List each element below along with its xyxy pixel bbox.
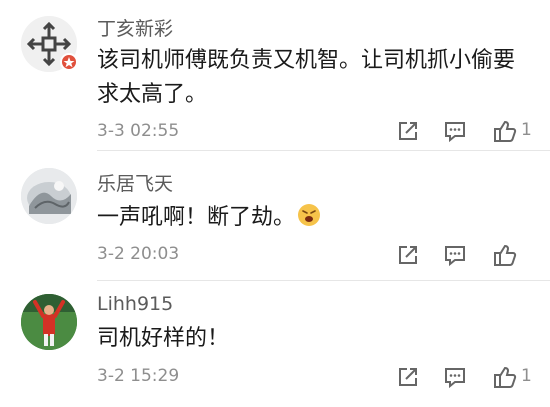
avatar[interactable]: [21, 168, 77, 224]
share-edit-icon[interactable]: [395, 242, 421, 268]
thumbs-up-icon[interactable]: [492, 118, 518, 144]
comment-item: 乐居飞天 一声吼啊！断了劫。 3-2 20:03: [0, 151, 550, 281]
comment-text: 司机好样的！: [97, 326, 230, 351]
timestamp: 3-3 02:55: [97, 121, 180, 141]
share-edit-icon[interactable]: [395, 364, 421, 390]
avatar[interactable]: [21, 294, 77, 350]
share-edit-icon[interactable]: [395, 118, 421, 144]
comment-icon[interactable]: [442, 242, 468, 268]
comment-icon[interactable]: [442, 118, 468, 144]
username[interactable]: 乐居飞天: [97, 169, 173, 196]
comment-item: 丁亥新彩 该司机师傅既负责又机智。让司机抓小偷要求太高了。 3-3 02:55 …: [0, 0, 550, 151]
soccer-player-avatar-icon: [21, 294, 77, 350]
like-count: 1: [521, 366, 532, 386]
username[interactable]: Lihh915: [97, 293, 173, 315]
like-count: 1: [521, 120, 532, 140]
comment-item: Lihh915 司机好样的！ 3-2 15:29 1: [0, 281, 550, 407]
timestamp: 3-2 15:29: [97, 366, 180, 386]
thumbs-up-icon[interactable]: [492, 364, 518, 390]
comment-text-body: 一声吼啊！断了劫。: [97, 205, 296, 230]
scenery-avatar-icon: [21, 168, 77, 224]
username[interactable]: 丁亥新彩: [97, 14, 173, 41]
angry-face-emoji-icon: [297, 203, 321, 227]
comment-text: 一声吼啊！断了劫。: [97, 201, 532, 235]
comment-icon[interactable]: [442, 364, 468, 390]
timestamp: 3-2 20:03: [97, 244, 180, 264]
verified-badge-icon: [60, 53, 78, 71]
thumbs-up-icon[interactable]: [492, 242, 518, 268]
comment-text: 该司机师傅既负责又机智。让司机抓小偷要求太高了。: [97, 48, 516, 107]
